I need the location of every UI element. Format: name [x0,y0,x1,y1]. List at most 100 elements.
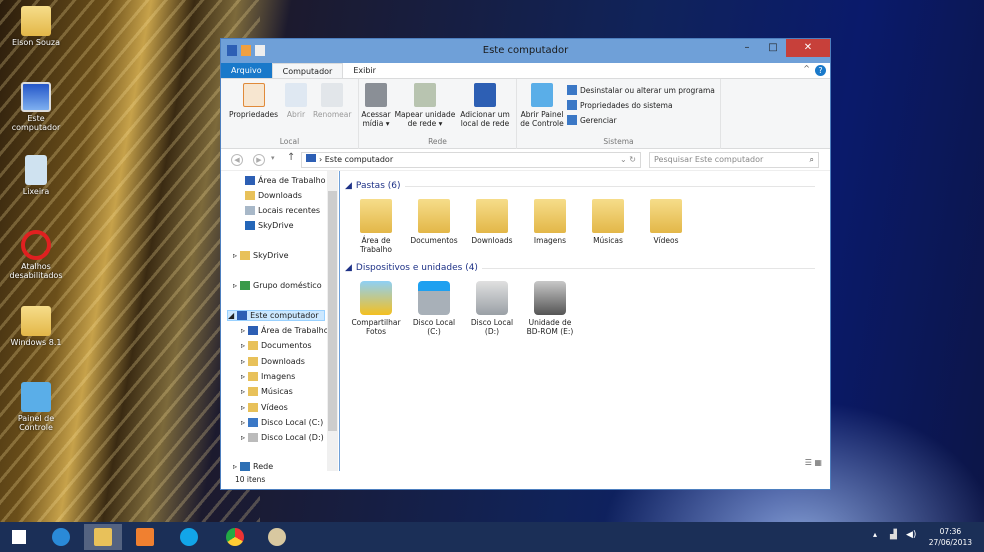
tray-overflow-icon[interactable]: ▴ [873,530,877,539]
clock[interactable]: 07:36 27/06/2013 [929,526,972,548]
blocked-icon [21,230,51,260]
device-item[interactable]: Compartilhar Fotos [350,281,402,336]
address-bar[interactable]: › Este computador ⌄ ↻ [301,152,641,168]
back-button[interactable]: ◀ [231,154,243,166]
label: Locais recentes [258,206,321,215]
nav-item[interactable]: Locais recentes [245,206,320,215]
nav-item[interactable]: ▹ Área de Trabalho [241,326,329,335]
add-network-location-button[interactable]: Adicionar um local de rede [457,83,513,128]
folder-icon [248,417,259,427]
title-bar[interactable]: Este computador – □ ✕ [221,39,830,63]
nav-item[interactable]: Downloads [245,191,302,200]
label: Disco Local (D:) [261,433,324,443]
label: Músicas [261,387,293,397]
device-item[interactable]: Disco Local (C:) [408,281,460,336]
map-drive-button[interactable]: Mapear unidade de rede ▾ [393,83,457,128]
search-placeholder: Pesquisar Este computador [654,155,764,164]
computer-icon [237,311,248,320]
system-properties-link[interactable]: Propriedades do sistema [567,100,673,110]
folder-item[interactable]: Downloads [466,199,518,245]
nav-item[interactable]: ▹ Documentos [241,341,312,351]
desktop-icon-recycle-bin[interactable]: Lixeira [2,155,70,196]
status-bar: 10 itens [221,471,830,489]
taskbar-ie[interactable] [42,524,80,550]
tab-computador[interactable]: Computador [271,63,344,78]
label: Abrir [286,110,306,119]
label: Windows 8.1 [10,338,62,347]
start-button[interactable] [0,524,38,550]
nav-item[interactable]: ▹ Vídeos [241,402,288,412]
nav-item[interactable]: ▹ Downloads [241,356,305,366]
windows-logo-icon [12,530,26,544]
nav-item[interactable]: ▹ Músicas [241,387,293,397]
desktop-icon-shortcuts[interactable]: Atalhos desabilitados [2,230,70,280]
nav-item[interactable]: ▹ Imagens [241,371,295,381]
folder-item[interactable]: Vídeos [640,199,692,245]
refresh-icon[interactable]: ⌄ ↻ [620,153,636,167]
tab-exibir[interactable]: Exibir [343,63,386,78]
scroll-thumb[interactable] [328,191,337,431]
device-item[interactable]: Unidade de BD-ROM (E:) [524,281,576,336]
folder-icon [248,341,259,351]
forward-button[interactable]: ▶ [253,154,265,166]
taskbar-chrome[interactable] [216,524,254,550]
folder-item[interactable]: Imagens [524,199,576,245]
group-label: Rede [428,137,447,146]
label: Vídeos [261,402,288,412]
label: Disco Local (D:) [470,318,514,336]
help-icon[interactable]: ? [815,65,826,76]
taskbar-paint[interactable] [258,524,296,550]
desktop-icon-control-panel[interactable]: Painel de Controle [2,382,70,432]
device-item[interactable]: Disco Local (D:) [466,281,518,336]
folder-icon [360,199,392,233]
folder-item[interactable]: Músicas [582,199,634,245]
properties-button[interactable]: Propriedades [229,83,278,119]
collapse-ribbon-icon[interactable]: ^ [803,64,810,73]
rename-button[interactable]: Renomear [313,83,351,119]
nav-item[interactable]: Área de Trabalho [245,176,326,185]
minimize-button[interactable]: – [734,39,760,57]
search-input[interactable]: Pesquisar Este computador ⌕ [649,152,819,168]
taskbar-skype[interactable] [170,524,208,550]
new-folder-icon[interactable] [255,45,265,56]
ribbon: Propriedades Abrir Renomear Local Acessa… [221,79,830,149]
nav-item-homegroup[interactable]: ▹ Grupo doméstico [233,281,322,290]
nav-item-skydrive[interactable]: ▹ SkyDrive [233,251,289,260]
desktop-icon-user[interactable]: Elson Souza [2,6,70,47]
folder-item[interactable]: Área de Trabalho [350,199,402,254]
open-button[interactable]: Abrir [285,83,307,119]
recent-dropdown-icon[interactable]: ▾ [271,154,275,162]
desktop-icon-windows81[interactable]: Windows 8.1 [2,306,70,347]
control-panel-button[interactable]: Abrir Painel de Controle [519,83,565,128]
control-panel-icon [21,382,51,412]
taskbar-explorer[interactable] [84,524,122,550]
network-location-icon [474,83,496,107]
properties-icon[interactable] [241,45,251,56]
section-folders[interactable]: ◢ Pastas (6) [345,181,815,191]
up-arrow-icon[interactable]: ↑ [287,152,295,163]
nav-item-this-pc[interactable]: ◢ Este computador [227,310,325,321]
network-tray-icon[interactable]: ▟ [890,530,897,540]
nav-scrollbar[interactable] [327,171,338,471]
taskbar-media[interactable] [126,524,164,550]
section-devices[interactable]: ◢ Dispositivos e unidades (4) [345,263,815,273]
access-media-button[interactable]: Acessar mídia ▾ [361,83,391,128]
nav-item[interactable]: ▹ Disco Local (D:) [241,433,324,443]
section-header: Pastas (6) [355,181,401,191]
label: Unidade de BD-ROM (E:) [526,318,574,336]
uninstall-program-link[interactable]: Desinstalar ou alterar um programa [567,85,715,95]
folder-icon [21,306,51,336]
folder-icon [248,402,259,412]
maximize-button[interactable]: □ [760,39,786,57]
manage-link[interactable]: Gerenciar [567,115,617,125]
nav-item-network[interactable]: ▹ Rede [233,462,273,471]
view-toggle-icons[interactable]: ☰ ▦ [805,458,822,467]
taskbar: ▴ ▟ ◀) 07:36 27/06/2013 [0,522,984,552]
nav-item[interactable]: ▹ Disco Local (C:) [241,417,323,427]
tab-arquivo[interactable]: Arquivo [221,63,272,78]
close-button[interactable]: ✕ [786,39,830,57]
folder-item[interactable]: Documentos [408,199,460,245]
desktop-icon-computer[interactable]: Este computador [2,82,70,132]
volume-icon[interactable]: ◀) [906,530,916,540]
nav-item[interactable]: SkyDrive [245,221,294,230]
